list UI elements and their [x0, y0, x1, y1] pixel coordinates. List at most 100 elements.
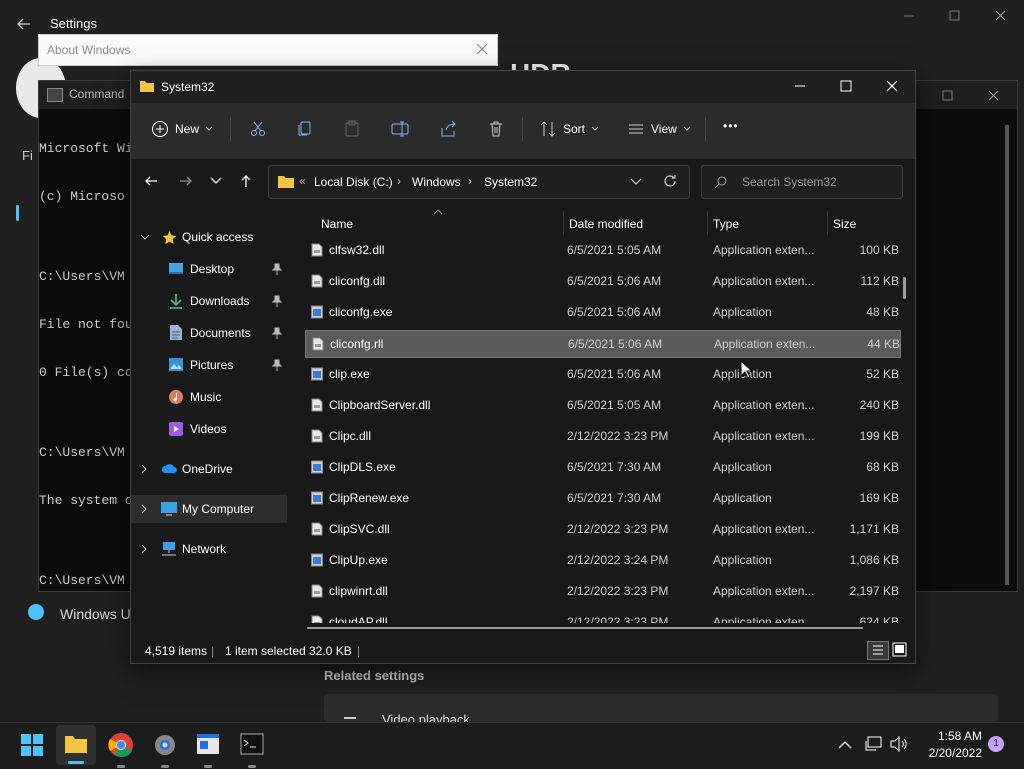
search-input[interactable]: Search System32: [742, 175, 837, 189]
network-status-icon[interactable]: [864, 736, 882, 752]
document-icon: [170, 325, 182, 340]
close-icon[interactable]: [885, 79, 899, 93]
command-prompt-icon[interactable]: [240, 733, 264, 768]
about-close-icon[interactable]: [475, 42, 489, 56]
share-icon[interactable]: [439, 120, 457, 138]
vertical-scrollbar[interactable]: [903, 277, 906, 299]
nav-item-my-computer[interactable]: My Computer: [131, 495, 287, 523]
forward-arrow-icon[interactable]: [178, 173, 194, 189]
nav-item-pictures[interactable]: Pictures: [131, 351, 287, 379]
file-row[interactable]: cloudAP.dll 2/12/2022 3:23 PM Application …: [305, 609, 899, 623]
nav-item-quick-access[interactable]: Quick access: [131, 223, 287, 251]
explorer-titlebar: System32: [131, 71, 915, 103]
file-row[interactable]: ClipDLS.exe 6/5/2021 7:30 AM Application 68…: [305, 454, 899, 480]
onedrive-icon: [161, 464, 177, 473]
file-row[interactable]: cliconfg.exe 6/5/2021 5:06 AM Application 4…: [305, 299, 899, 325]
file-row[interactable]: ClipUp.exe 2/12/2022 3:24 PM Application 1,…: [305, 547, 899, 573]
settings-window-controls[interactable]: [900, 8, 1010, 24]
application-icon: [311, 553, 323, 567]
cell-name: ClipRenew.exe: [329, 491, 410, 505]
mouse-cursor-icon: [740, 359, 754, 380]
view-label: View: [651, 122, 677, 136]
breadcrumb-overflow[interactable]: «: [299, 174, 306, 188]
delete-icon[interactable]: [487, 120, 505, 138]
clock-time[interactable]: 1:58 AM: [926, 729, 982, 743]
horizontal-scrollbar[interactable]: [307, 627, 863, 629]
file-row[interactable]: Clipc.dll 2/12/2022 3:23 PM Application ex…: [305, 423, 899, 449]
window-title: System32: [161, 80, 215, 94]
cmd-line: Microsoft Wi: [39, 141, 133, 156]
more-options-button[interactable]: •••: [723, 119, 739, 133]
clock-date[interactable]: 2/20/2022: [918, 746, 982, 760]
column-header-name[interactable]: Name: [321, 217, 353, 231]
volume-icon[interactable]: [890, 735, 908, 753]
settings-gear-icon[interactable]: [152, 732, 178, 768]
file-row[interactable]: ClipSVC.dll 2/12/2022 3:23 PM Application …: [305, 516, 899, 542]
nav-item-downloads[interactable]: Downloads: [131, 287, 287, 315]
back-arrow-icon[interactable]: [143, 173, 159, 189]
file-row[interactable]: clip.exe6/5/2021 5:06 AMApplication52 KB: [305, 361, 899, 387]
cell-type: Application exten...: [714, 337, 816, 351]
column-headers: Name Date modified Type Size: [301, 205, 915, 241]
toolbar-divider: [522, 117, 523, 141]
nav-item-onedrive[interactable]: OneDrive: [131, 455, 287, 483]
address-bar[interactable]: « Local Disk (C:) › Windows › System32: [268, 165, 690, 199]
video-playback-label[interactable]: Video playback: [382, 712, 470, 722]
cell-name: cliconfg.exe: [329, 305, 393, 319]
chrome-icon[interactable]: [108, 732, 134, 768]
paste-icon[interactable]: [343, 120, 361, 138]
nav-item-desktop[interactable]: Desktop: [131, 255, 287, 283]
tiles-view-icon[interactable]: [891, 641, 908, 658]
nav-item-documents[interactable]: Documents: [131, 319, 287, 347]
cell-date: 6/5/2021 5:06 AM: [567, 305, 662, 319]
cell-size: 240 KB: [859, 398, 899, 412]
about-windows-taskbar-icon[interactable]: [196, 733, 220, 768]
breadcrumb-item[interactable]: Local Disk (C:): [314, 175, 393, 189]
file-row[interactable]: clipwinrt.dll 2/12/2022 3:23 PM Applicatio…: [305, 578, 899, 604]
chevron-right-icon: [141, 464, 147, 474]
cmd-line: The system c: [39, 493, 133, 508]
cmd-scrollbar[interactable]: [1005, 125, 1009, 585]
column-header-type[interactable]: Type: [713, 217, 739, 231]
notification-badge[interactable]: 1: [988, 736, 1004, 752]
file-row[interactable]: cliconfg.rll 6/5/2021 5:06 AM Application …: [305, 330, 901, 358]
back-arrow-icon[interactable]: [14, 14, 34, 34]
breadcrumb-item[interactable]: System32: [484, 175, 537, 189]
up-arrow-icon[interactable]: [238, 173, 254, 189]
chevron-up-icon[interactable]: [838, 739, 852, 749]
nav-item-videos[interactable]: Videos: [131, 415, 287, 443]
column-divider[interactable]: [563, 211, 564, 235]
breadcrumb-item[interactable]: Windows: [412, 175, 461, 189]
column-header-size[interactable]: Size: [833, 217, 856, 231]
file-row[interactable]: clfsw32.dll 6/5/2021 5:05 AM Application e…: [305, 237, 899, 263]
file-row[interactable]: cliconfg.dll 6/5/2021 5:06 AM Application …: [305, 268, 899, 294]
folder-icon: [65, 736, 87, 753]
maximize-icon[interactable]: [839, 79, 853, 93]
copy-icon[interactable]: [296, 120, 314, 138]
recent-locations-icon[interactable]: [210, 175, 222, 185]
search-icon: [714, 176, 727, 189]
nav-item-network[interactable]: Network: [131, 535, 287, 563]
view-button[interactable]: View: [627, 120, 691, 138]
cut-icon[interactable]: [249, 120, 267, 138]
file-row[interactable]: ClipRenew.exe 6/5/2021 7:30 AM Application…: [305, 485, 899, 511]
rename-icon[interactable]: [391, 120, 409, 138]
taskbar-file-explorer[interactable]: [56, 725, 96, 765]
windows-logo-icon: [21, 734, 43, 756]
details-view-icon[interactable]: [867, 641, 889, 660]
nav-item-music[interactable]: Music: [131, 383, 287, 411]
selected-count: 1 item selected: [225, 644, 306, 658]
column-divider[interactable]: [707, 211, 708, 235]
cmd-window-controls[interactable]: [941, 89, 1001, 103]
search-box[interactable]: Search System32: [701, 165, 903, 199]
file-row[interactable]: ClipboardServer.dll 6/5/2021 5:05 AM Appli…: [305, 392, 899, 418]
column-header-date[interactable]: Date modified: [569, 217, 643, 231]
minimize-icon[interactable]: [793, 79, 807, 93]
new-button[interactable]: New: [151, 120, 213, 138]
column-divider[interactable]: [827, 211, 828, 235]
start-button[interactable]: [20, 733, 44, 757]
cell-size: 100 KB: [859, 243, 899, 257]
file-icon: [311, 522, 323, 536]
sort-button[interactable]: Sort: [539, 120, 599, 138]
cell-size: 48 KB: [866, 305, 899, 319]
